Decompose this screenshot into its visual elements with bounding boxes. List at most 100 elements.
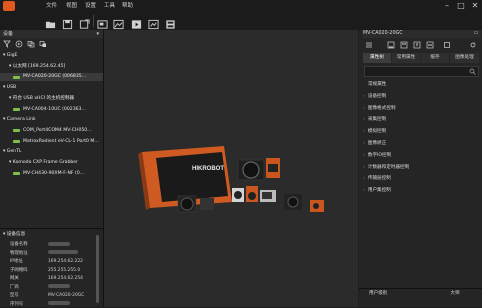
toolbar [0,12,482,31]
info-value [48,250,78,257]
tree-group[interactable]: ▾ 以太网 [169.254.62.45] [0,63,103,71]
user-level-select[interactable]: 大师 [435,290,475,298]
tree-group[interactable]: ▾ Komodo CXP Frame Grabber [0,159,103,167]
info-value: MV-CA020-20GC [48,293,85,298]
tree-group[interactable]: ▾ 符合 USB xHCI 的主机控制器 [0,95,103,103]
property-category-label: 常规属性 [368,82,387,87]
camera-icon [13,75,20,79]
filter-icon[interactable] [3,40,11,48]
title-bar: 文件 视图 设置 工具 帮助 – □ ✕ [0,0,482,12]
tab-common-properties[interactable]: 常用属性 [392,53,420,63]
video-icon[interactable] [131,15,142,29]
load-params-icon[interactable] [387,41,395,49]
redacted-value [48,301,70,305]
link-icon[interactable] [27,40,35,48]
property-category[interactable]: › 用户集控制 [363,187,391,195]
list-icon[interactable] [365,41,373,49]
minimize-button[interactable]: – [441,0,453,12]
menu-tools[interactable]: 工具 [104,1,115,11]
chevron-right-icon[interactable]: › [363,141,365,146]
chevron-right-icon[interactable]: › [363,176,365,181]
menu-file[interactable]: 文件 [46,1,57,11]
play-icon[interactable] [15,40,23,48]
redacted-value [48,284,70,288]
property-category-label: 用户集控制 [367,188,391,194]
save-icon[interactable] [62,15,73,30]
camera-icon [13,129,20,133]
divider [359,288,482,289]
tree-item-label: MV-CA004-10UC (002363... [23,106,86,112]
info-value [48,284,70,291]
property-category[interactable]: › 传输层控制 [363,175,391,183]
menu-view[interactable]: 视图 [66,1,77,11]
export-icon[interactable] [413,41,421,49]
chevron-right-icon[interactable]: › [363,153,365,158]
menu-help[interactable]: 帮助 [122,1,133,11]
close-button[interactable]: ✕ [469,0,481,12]
save-as-icon[interactable] [79,15,90,29]
maximize-button[interactable]: □ [455,0,467,12]
tree-item-label: USB [6,85,17,91]
property-category-label: 采集控制 [367,117,387,123]
folder-open-icon[interactable] [45,15,56,29]
chevron-right-icon[interactable]: › [363,106,365,111]
chart-icon[interactable] [148,15,159,30]
app-logo [3,1,15,11]
tab-cache[interactable]: 缓存 [421,53,449,63]
property-category[interactable]: › 数字IO控制 [363,152,391,160]
property-category[interactable]: › 图像格式控制 [363,105,395,113]
tree-group[interactable]: ▾ Camera Link [0,116,103,124]
info-value [48,301,70,308]
unlink-icon[interactable] [39,40,47,48]
tree-group[interactable]: ▾ GenTL [0,148,103,156]
refresh-icon[interactable] [469,41,477,49]
menu-settings[interactable]: 设置 [85,1,96,11]
property-category[interactable]: › 计数器和定时器控制 [363,164,409,172]
search-input[interactable] [364,66,479,77]
property-category[interactable]: › 设备控制 [363,93,386,101]
chevron-right-icon[interactable]: › [363,129,365,134]
scrollbar[interactable] [96,235,99,303]
device-item[interactable]: MV-CA020-20GC (006835... [0,73,103,82]
device-item[interactable]: MV-CH430-90XM-F-NF (0... [0,170,103,178]
import-icon[interactable] [426,41,434,49]
info-key: 型号 [10,293,19,298]
tab-image-processing[interactable]: 图像处理 [450,53,479,63]
user-level-label: 用户级别 [369,291,388,296]
close-icon[interactable]: ▭ [473,30,478,38]
property-category[interactable]: › 采集控制 [363,116,386,124]
chevron-right-icon[interactable]: › [363,165,365,170]
device-item[interactable]: MatroxRadient eV-CL-1 Port0 M... [0,138,103,146]
camera-icon [13,108,20,111]
chevron-right-icon[interactable]: › [363,188,365,193]
redacted-value [48,241,70,246]
camera-icon [13,172,20,176]
device-item[interactable]: COM_Port4COM4 MV-CH050... [0,127,103,135]
settings-icon[interactable] [443,41,451,49]
device-panel-header: 设备 ▾ [0,30,103,38]
camera-icon [13,140,20,144]
tab-property-tree[interactable]: 属性树 [363,53,391,63]
chevron-down-icon[interactable]: ▾ [96,30,99,38]
property-category-label: 设备控制 [367,93,387,99]
tree-group[interactable]: ▾ USB [0,84,103,92]
search-icon [469,68,476,75]
redacted-value [48,250,78,254]
chevron-right-icon[interactable]: › [363,117,365,122]
tree-item-label: MatroxRadient eV-CL-1 Port0 M... [23,138,99,144]
table-icon[interactable] [165,15,176,29]
device-item[interactable]: MV-CA004-10UC (002363... [0,106,103,114]
tree-item-label: 以太网 [169.254.62.45] [12,63,66,69]
tree-group[interactable]: ▾ GigE [0,52,103,60]
chevron-right-icon[interactable]: › [363,94,365,99]
property-category[interactable]: › 图像矫正 [363,140,386,148]
property-category-label: 传输层控制 [367,176,391,182]
device-toolbar [3,40,63,49]
property-category[interactable]: 常规属性 [363,81,386,89]
snapshot-icon[interactable] [97,15,108,29]
property-category[interactable]: › 模拟控制 [363,128,386,136]
tree-item-label: Camera Link [6,117,36,123]
device-panel: 设备 ▾ ▾ GigE ▾ 以太网 [169.254.62.45] MV-CA020… [0,30,104,307]
image-icon[interactable] [113,15,124,30]
save-params-icon[interactable] [400,41,408,49]
